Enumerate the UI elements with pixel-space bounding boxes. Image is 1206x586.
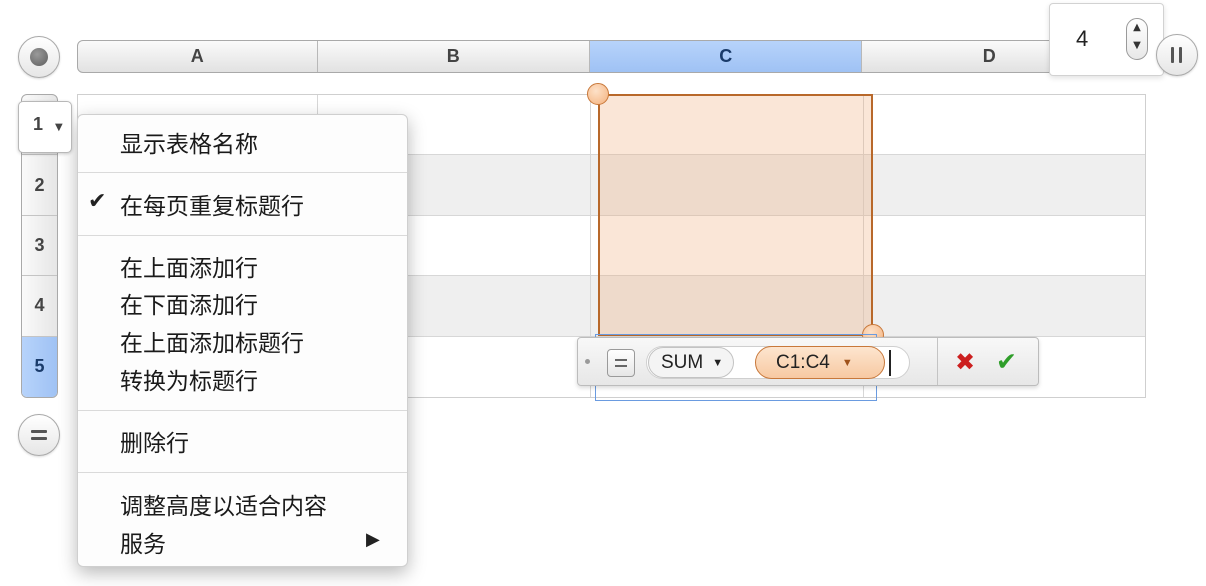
row-header-2[interactable]: 2 xyxy=(22,155,57,216)
editor-divider xyxy=(937,338,938,385)
accept-icon[interactable]: ✔ xyxy=(996,347,1017,376)
range-start-handle[interactable] xyxy=(587,83,609,105)
row-header-4[interactable]: 4 xyxy=(22,276,57,337)
menu-item-repeat-header-rows[interactable]: 在每页重复标题行 xyxy=(120,187,304,221)
stepper-up-icon[interactable]: ▲ xyxy=(1127,19,1147,37)
column-header-b[interactable]: B xyxy=(318,41,590,72)
function-token[interactable]: SUM ▼ xyxy=(648,347,734,378)
chevron-down-icon[interactable]: ▼ xyxy=(842,357,853,369)
column-header-bar: A B C D xyxy=(77,40,1117,73)
column-count-value[interactable]: 4 xyxy=(1076,26,1088,52)
column-count-stepper: 4 ▲ ▼ xyxy=(1049,3,1164,76)
row-dropdown-label: 1 xyxy=(33,114,44,134)
menu-item-add-row-above[interactable]: 在上面添加行 xyxy=(120,249,258,283)
record-dot-icon xyxy=(30,48,48,66)
drag-handle-icon[interactable] xyxy=(585,359,590,364)
formula-editor: SUM ▼ C1:C4 ▼ ✖ ✔ xyxy=(577,337,1039,386)
menu-item-convert-to-header-row[interactable]: 转换为标题行 xyxy=(120,362,258,396)
add-column-button[interactable] xyxy=(1156,34,1198,76)
row-header-5[interactable]: 5 xyxy=(22,336,57,397)
menu-separator xyxy=(78,172,407,173)
menu-item-services[interactable]: 服务 xyxy=(120,525,166,559)
column-header-c[interactable]: C xyxy=(590,41,863,72)
menu-item-show-table-name[interactable]: 显示表格名称 xyxy=(120,125,258,159)
equals-icon[interactable] xyxy=(607,349,635,377)
equals-bar-icon xyxy=(31,437,47,440)
selected-range-highlight[interactable] xyxy=(587,83,884,346)
stepper-down-icon[interactable]: ▼ xyxy=(1127,37,1147,55)
cancel-icon[interactable]: ✖ xyxy=(955,348,975,376)
stepper-arrows[interactable]: ▲ ▼ xyxy=(1126,18,1148,60)
chevron-down-icon[interactable]: ▼ xyxy=(712,357,723,369)
menu-item-add-row-below[interactable]: 在下面添加行 xyxy=(120,286,258,320)
checkmark-icon: ✔ xyxy=(88,189,107,214)
menu-item-fit-height[interactable]: 调整高度以适合内容 xyxy=(120,487,327,521)
row-context-menu: 显示表格名称 ✔ 在每页重复标题行 在上面添加行 在下面添加行 在上面添加标题行… xyxy=(77,114,408,567)
submenu-arrow-icon: ▶ xyxy=(366,529,380,550)
range-token[interactable]: C1:C4 ▼ xyxy=(755,346,885,379)
function-name: SUM xyxy=(661,351,704,373)
text-caret xyxy=(889,350,891,376)
menu-separator xyxy=(78,235,407,236)
column-header-a[interactable]: A xyxy=(78,41,318,72)
select-table-button[interactable] xyxy=(18,36,60,78)
menu-separator xyxy=(78,410,407,411)
menu-item-add-header-row-above[interactable]: 在上面添加标题行 xyxy=(120,324,304,358)
pause-bar-icon xyxy=(1179,47,1182,63)
add-row-button[interactable] xyxy=(18,414,60,456)
equals-bar-icon xyxy=(31,430,47,433)
range-reference: C1:C4 xyxy=(776,351,830,373)
menu-item-delete-row[interactable]: 删除行 xyxy=(120,424,189,458)
chevron-down-icon[interactable]: ▼ xyxy=(55,122,63,133)
row-1-dropdown[interactable]: 1 ▼ xyxy=(18,101,72,153)
pause-bar-icon xyxy=(1171,47,1174,63)
row-header-3[interactable]: 3 xyxy=(22,216,57,277)
menu-separator xyxy=(78,472,407,473)
